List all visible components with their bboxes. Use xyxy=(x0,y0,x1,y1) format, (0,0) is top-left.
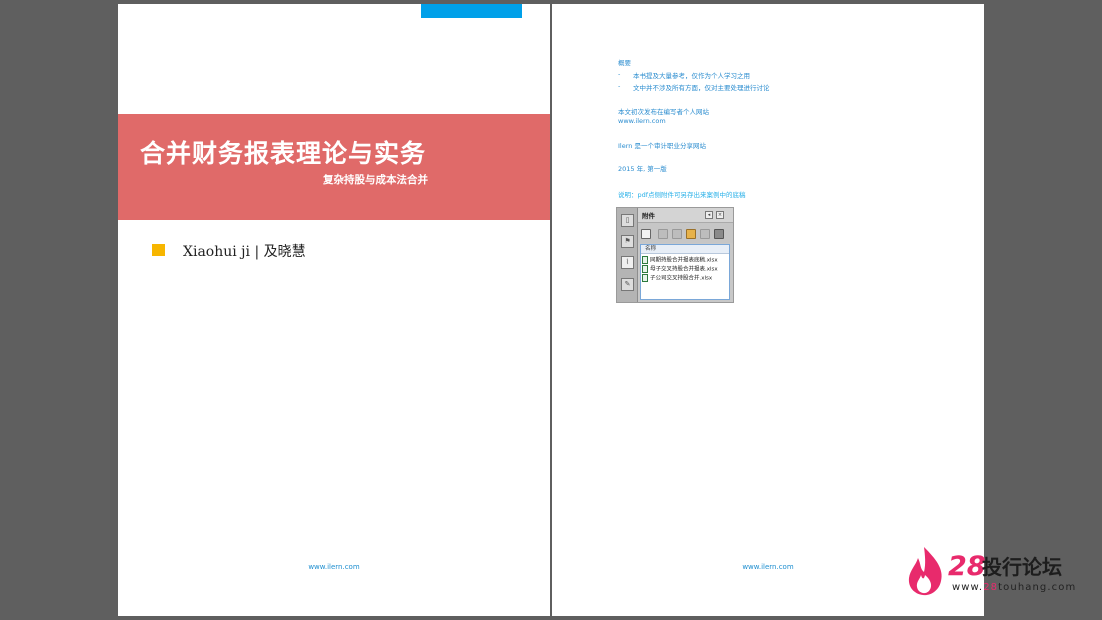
footer-url[interactable]: www.ilern.com xyxy=(118,563,550,571)
logo-number: 28 xyxy=(948,551,986,582)
book-title: 合并财务报表理论与实务 xyxy=(140,139,427,168)
summary-heading: 概要 xyxy=(618,59,631,67)
pages-icon[interactable]: ▯ xyxy=(621,214,634,227)
attachment-file[interactable]: 同期持股合并报表底稿.xlsx xyxy=(642,256,718,265)
pdf-page-summary: 概要 - 本书提及大量参考，仅作为个人学习之用 - 文中并不涉及所有方面，仅对主… xyxy=(552,4,984,616)
bookmark-icon[interactable]: ⚑ xyxy=(621,235,634,248)
save-icon[interactable] xyxy=(672,229,682,239)
attachment-note: 说明：pdf点侧附件可另存出来案例中的底稿 xyxy=(618,191,746,199)
site-link[interactable]: www.ilern.com xyxy=(618,117,666,125)
logo-name: 投行论坛 xyxy=(982,555,1062,579)
attachments-toolbar xyxy=(638,223,733,243)
first-publish-text: 本文初次发布在编写者个人网站 xyxy=(618,108,709,116)
top-accent-bar xyxy=(421,4,522,18)
attachment-file[interactable]: 子公司交叉持股合并.xlsx xyxy=(642,274,712,283)
collapse-icon[interactable]: ◂ xyxy=(705,211,713,219)
excel-file-icon xyxy=(642,265,648,273)
flame-icon xyxy=(908,547,942,596)
options-icon[interactable] xyxy=(641,229,651,239)
open-icon[interactable] xyxy=(658,229,668,239)
author-name: Xiaohui ji | 及晓慧 xyxy=(183,244,306,260)
search-icon[interactable] xyxy=(714,229,724,239)
edition-text: 2015 年, 第一版 xyxy=(618,165,667,173)
logo-url: www.28touhang.com xyxy=(952,582,1077,593)
pdf-page-cover: 合并财务报表理论与实务 复杂持股与成本法合并 Xiaohui ji | 及晓慧 … xyxy=(118,4,550,616)
attachments-list: 名称 同期持股合并报表底稿.xlsx 母子交叉持股合并报表.xlsx 子公司交叉… xyxy=(640,244,730,300)
ilern-description: Ilern 是一个审计职业分享网站 xyxy=(618,142,706,150)
excel-file-icon xyxy=(642,256,648,264)
delete-icon[interactable] xyxy=(700,229,710,239)
close-icon[interactable]: × xyxy=(716,211,724,219)
attachment-file[interactable]: 母子交叉持股合并报表.xlsx xyxy=(642,265,718,274)
bullet-1: 本书提及大量参考，仅作为个人学习之用 xyxy=(633,72,750,80)
attachments-header: 附件 ◂ × xyxy=(638,208,733,223)
nav-sidebar: ▯ ⚑ ⌇ ✎ xyxy=(617,208,638,302)
column-header-name[interactable]: 名称 xyxy=(641,245,729,254)
add-icon[interactable] xyxy=(686,229,696,239)
excel-file-icon xyxy=(642,274,648,282)
forum-watermark-logo: 28 投行论坛 www.28touhang.com xyxy=(906,543,1086,599)
bullet-dash: - xyxy=(618,70,621,78)
bullet-dash: - xyxy=(618,82,621,90)
paperclip-icon[interactable]: ⌇ xyxy=(621,256,634,269)
bullet-2: 文中并不涉及所有方面，仅对主要处理进行讨论 xyxy=(633,84,770,92)
book-subtitle: 复杂持股与成本法合并 xyxy=(323,174,428,186)
attachments-title: 附件 xyxy=(642,212,655,220)
signature-icon[interactable]: ✎ xyxy=(621,278,634,291)
attachments-panel: ▯ ⚑ ⌇ ✎ 附件 ◂ × 名称 同期持股合并报表底稿.xlsx 母子交叉持股… xyxy=(616,207,734,303)
author-marker xyxy=(152,244,165,256)
